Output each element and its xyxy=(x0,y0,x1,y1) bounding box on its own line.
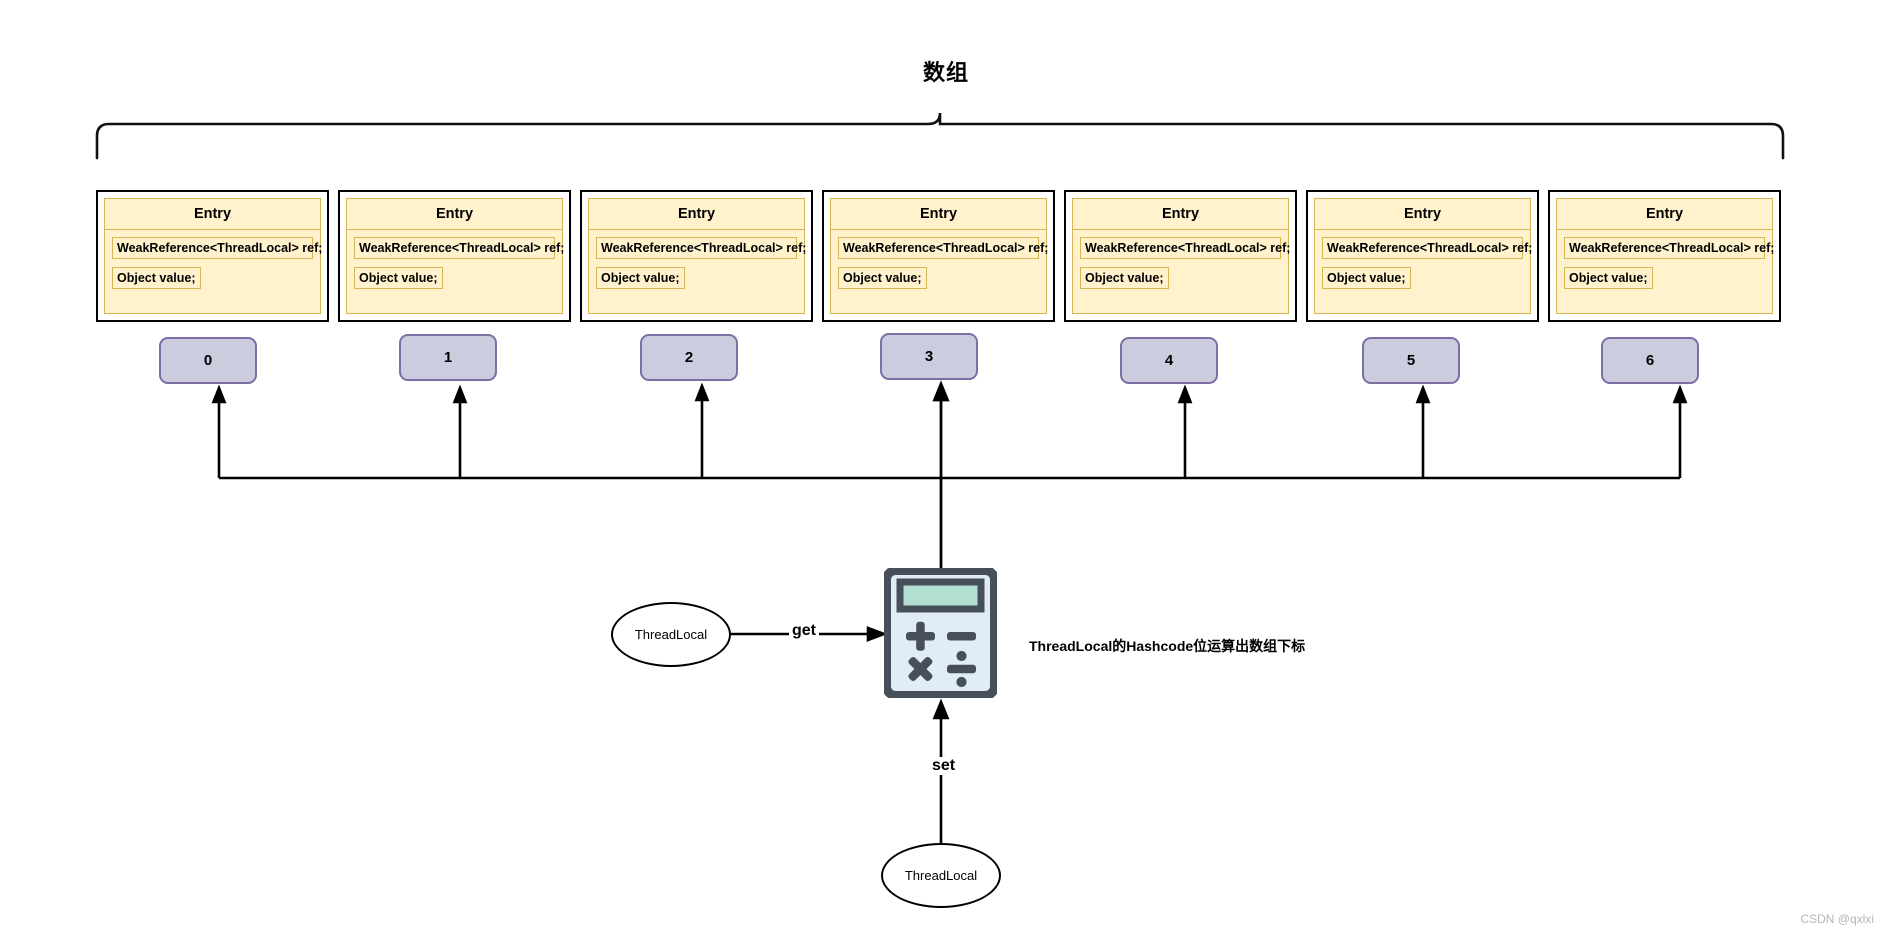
get-edge-label: get xyxy=(789,622,819,640)
entry-cell-0[interactable]: Entry WeakReference<ThreadLocal> ref; Ob… xyxy=(96,190,329,322)
entry-ref-field: WeakReference<ThreadLocal> ref; xyxy=(1564,237,1774,259)
entry-ref-field: WeakReference<ThreadLocal> ref; xyxy=(596,237,806,259)
connector-lines-layer xyxy=(95,112,1785,843)
entry-header: Entry xyxy=(105,199,320,230)
entry-body: WeakReference<ThreadLocal> ref; Object v… xyxy=(589,230,806,313)
entry-header: Entry xyxy=(347,199,562,230)
entry-body: WeakReference<ThreadLocal> ref; Object v… xyxy=(1073,230,1290,313)
threadlocal-get-label: ThreadLocal xyxy=(634,627,708,642)
entry-header: Entry xyxy=(1557,199,1772,230)
entry-body: WeakReference<ThreadLocal> ref; Object v… xyxy=(105,230,322,313)
index-box-5[interactable]: 5 xyxy=(1362,337,1460,384)
entry-array-strip: Entry WeakReference<ThreadLocal> ref; Ob… xyxy=(96,190,1781,322)
entry-card: Entry WeakReference<ThreadLocal> ref; Ob… xyxy=(830,198,1048,314)
entry-value-field: Object value; xyxy=(1322,267,1411,289)
entry-value-field: Object value; xyxy=(596,267,685,289)
entry-ref-field: WeakReference<ThreadLocal> ref; xyxy=(838,237,1048,259)
index-box-3[interactable]: 3 xyxy=(880,333,978,380)
entry-cell-4[interactable]: Entry WeakReference<ThreadLocal> ref; Ob… xyxy=(1064,190,1297,322)
entry-body: WeakReference<ThreadLocal> ref; Object v… xyxy=(347,230,564,313)
entry-card: Entry WeakReference<ThreadLocal> ref; Ob… xyxy=(588,198,806,314)
entry-card: Entry WeakReference<ThreadLocal> ref; Ob… xyxy=(1072,198,1290,314)
entry-body: WeakReference<ThreadLocal> ref; Object v… xyxy=(1315,230,1532,313)
calculator-glyph xyxy=(882,566,999,700)
index-box-1[interactable]: 1 xyxy=(399,334,497,381)
entry-card: Entry WeakReference<ThreadLocal> ref; Ob… xyxy=(104,198,322,314)
array-title: 数组 xyxy=(922,60,969,85)
entry-value-field: Object value; xyxy=(1080,267,1169,289)
entry-card: Entry WeakReference<ThreadLocal> ref; Ob… xyxy=(1556,198,1774,314)
entry-body: WeakReference<ThreadLocal> ref; Object v… xyxy=(831,230,1048,313)
hashcode-annotation: ThreadLocal的Hashcode位运算出数组下标 xyxy=(1029,638,1306,654)
entry-value-field: Object value; xyxy=(112,267,201,289)
calculator-to-index3-arrow xyxy=(932,380,950,568)
set-edge-label: set xyxy=(929,757,959,775)
entry-cell-1[interactable]: Entry WeakReference<ThreadLocal> ref; Ob… xyxy=(338,190,571,322)
entry-ref-field: WeakReference<ThreadLocal> ref; xyxy=(112,237,322,259)
entry-body: WeakReference<ThreadLocal> ref; Object v… xyxy=(1557,230,1774,313)
entry-ref-field: WeakReference<ThreadLocal> ref; xyxy=(1080,237,1290,259)
threadlocal-set-label: ThreadLocal xyxy=(904,868,978,883)
entry-cell-3[interactable]: Entry WeakReference<ThreadLocal> ref; Ob… xyxy=(822,190,1055,322)
entry-value-field: Object value; xyxy=(354,267,443,289)
index-box-4[interactable]: 4 xyxy=(1120,337,1218,384)
entry-header: Entry xyxy=(1315,199,1530,230)
entry-ref-field: WeakReference<ThreadLocal> ref; xyxy=(1322,237,1532,259)
entry-cell-5[interactable]: Entry WeakReference<ThreadLocal> ref; Ob… xyxy=(1306,190,1539,322)
entry-ref-field: WeakReference<ThreadLocal> ref; xyxy=(354,237,564,259)
calculator-icon[interactable] xyxy=(882,566,999,700)
watermark: CSDN @qxlxi xyxy=(1800,912,1874,926)
index-arrows xyxy=(211,382,1688,478)
entry-card: Entry WeakReference<ThreadLocal> ref; Ob… xyxy=(1314,198,1532,314)
index-box-2[interactable]: 2 xyxy=(640,334,738,381)
entry-cell-2[interactable]: Entry WeakReference<ThreadLocal> ref; Ob… xyxy=(580,190,813,322)
entry-header: Entry xyxy=(1073,199,1288,230)
array-brace xyxy=(95,112,1785,160)
entry-header: Entry xyxy=(589,199,804,230)
entry-card: Entry WeakReference<ThreadLocal> ref; Ob… xyxy=(346,198,564,314)
index-box-6[interactable]: 6 xyxy=(1601,337,1699,384)
entry-cell-6[interactable]: Entry WeakReference<ThreadLocal> ref; Ob… xyxy=(1548,190,1781,322)
threadlocal-node-get[interactable]: ThreadLocal xyxy=(611,602,731,667)
entry-header: Entry xyxy=(831,199,1046,230)
entry-value-field: Object value; xyxy=(1564,267,1653,289)
diagram-canvas: 数组 Entry WeakReference<ThreadLocal> ref;… xyxy=(0,0,1892,938)
index-box-0[interactable]: 0 xyxy=(159,337,257,384)
threadlocal-node-set[interactable]: ThreadLocal xyxy=(881,843,1001,908)
entry-value-field: Object value; xyxy=(838,267,927,289)
